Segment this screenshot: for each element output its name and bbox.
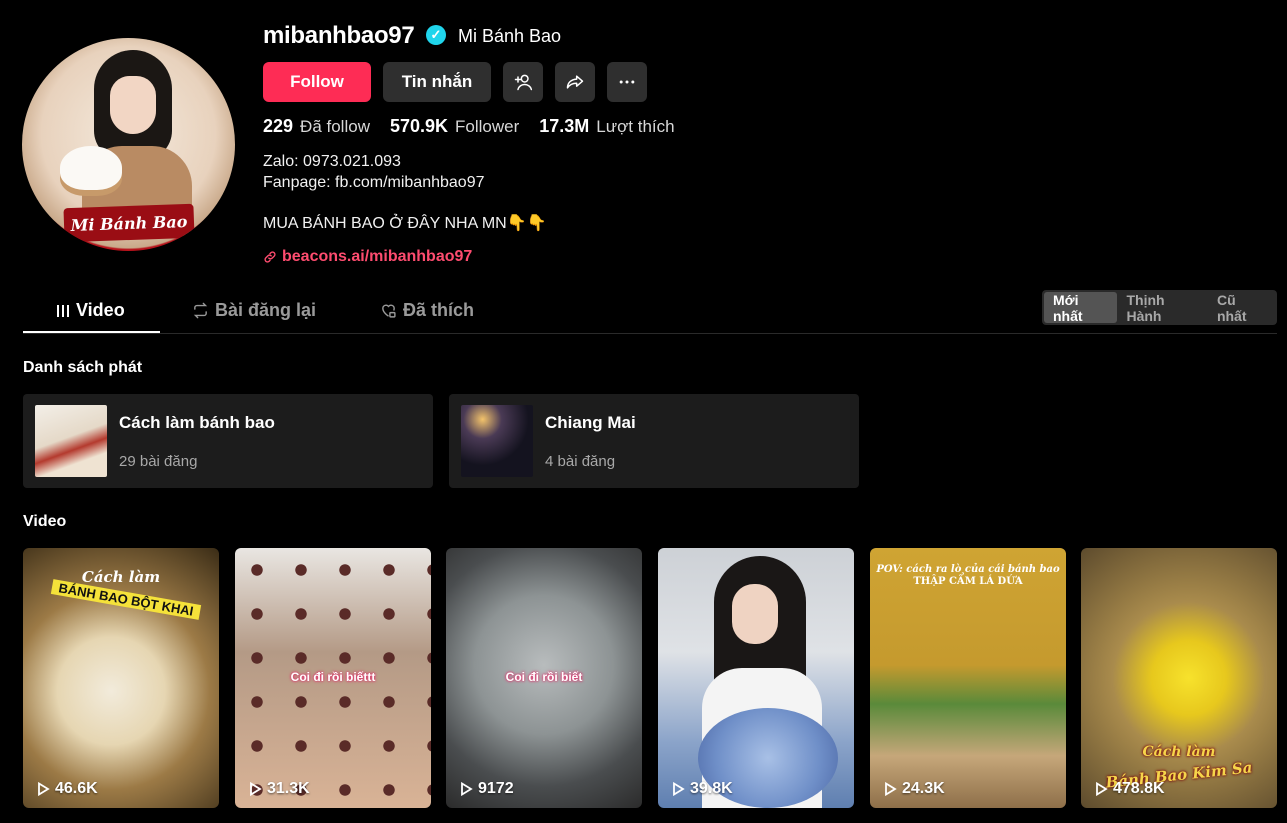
tab-video-label: Video: [76, 300, 125, 320]
likes-count: 17.3M: [539, 116, 590, 136]
repost-icon: [193, 302, 208, 319]
tab-repost[interactable]: Bài đăng lại: [192, 300, 316, 321]
grid-icon: [57, 304, 69, 317]
video-overlay-text: Coi đi rồi biếttt: [290, 670, 376, 684]
tab-liked[interactable]: Đã thích: [380, 300, 474, 321]
following-stat[interactable]: 229 Đã follow: [263, 116, 370, 137]
video-card[interactable]: Coi đi rồi biếttt 31.3K: [235, 548, 431, 808]
likes-stat: 17.3M Lượt thích: [539, 116, 674, 137]
message-button[interactable]: Tin nhắn: [383, 62, 491, 102]
add-user-icon: [514, 74, 533, 91]
video-views: 39.8K: [672, 780, 733, 798]
likes-label: Lượt thích: [596, 117, 675, 136]
followers-count: 570.9K: [389, 116, 449, 136]
bio-line-fanpage: Fanpage: fb.com/mibanhbao97: [263, 174, 485, 191]
video-view-count: 9172: [478, 780, 514, 797]
profile-stats: 229 Đã follow 570.9K Follower 17.3M Lượt th…: [263, 116, 675, 137]
video-overlay-text: Coi đi rồi biết: [505, 670, 583, 684]
video-view-count: 478.8K: [1113, 780, 1165, 797]
profile-link-text: beacons.ai/mibanhbao97: [282, 248, 473, 265]
play-icon: [1096, 782, 1108, 796]
sort-oldest[interactable]: Cũ nhất: [1208, 292, 1275, 324]
video-card[interactable]: Coi đi rồi biết 9172: [446, 548, 642, 808]
link-icon: [264, 251, 276, 263]
bio-line-promo: MUA BÁNH BAO Ở ĐÂY NHA MN👇👇: [263, 215, 547, 232]
playlist-count: 4 bài đăng: [545, 453, 616, 470]
share-icon: [566, 75, 584, 89]
following-label: Đã follow: [300, 117, 370, 136]
playlist-thumbnail: [461, 405, 533, 477]
play-icon: [250, 782, 262, 796]
sort-toggle: Mới nhất Thịnh Hành Cũ nhất: [1042, 290, 1277, 325]
verified-badge-icon: ✓: [426, 25, 446, 45]
video-view-count: 31.3K: [267, 780, 310, 797]
video-view-count: 39.8K: [690, 780, 733, 797]
username: mibanhbao97: [263, 22, 415, 49]
avatar-banner-text: Mi Bánh Bao: [63, 203, 195, 243]
sort-trending[interactable]: Thịnh Hành: [1117, 292, 1207, 324]
heart-lock-icon: [382, 304, 396, 318]
video-card[interactable]: Cách làm BÁNH BAO BỘT KHAI 46.6K: [23, 548, 219, 808]
video-views: 31.3K: [249, 780, 310, 798]
video-view-count: 24.3K: [902, 780, 945, 797]
video-card[interactable]: Cách làm Bánh Bao Kim Sa 478.8K: [1081, 548, 1277, 808]
play-icon: [38, 782, 50, 796]
playlist-count: 29 bài đăng: [119, 453, 198, 470]
play-icon: [885, 782, 897, 796]
videos-title: Video: [23, 513, 67, 530]
share-button[interactable]: [555, 62, 595, 102]
play-icon: [673, 782, 685, 796]
video-view-count: 46.6K: [55, 780, 98, 797]
play-icon: [461, 782, 473, 796]
playlists-title: Danh sách phát: [23, 359, 143, 376]
followers-stat[interactable]: 570.9K Follower: [390, 116, 519, 137]
playlist-thumbnail: [35, 405, 107, 477]
following-count: 229: [263, 116, 294, 136]
video-card[interactable]: 39.8K: [658, 548, 854, 808]
followers-label: Follower: [455, 117, 520, 136]
video-views: 9172: [460, 780, 514, 798]
playlist-name: Chiang Mai: [545, 413, 636, 432]
video-overlay-text: THẬP CẨM LÁ DỨA: [913, 576, 1023, 587]
follow-button[interactable]: Follow: [263, 62, 371, 102]
bio: Zalo: 0973.021.093 Fanpage: fb.com/miban…: [263, 151, 484, 193]
video-views: 46.6K: [37, 780, 98, 798]
video-views: 24.3K: [884, 780, 945, 798]
sort-newest[interactable]: Mới nhất: [1044, 292, 1118, 324]
video-overlay-text: Cách làm: [1142, 744, 1216, 760]
tab-repost-label: Bài đăng lại: [215, 300, 317, 320]
video-views: 478.8K: [1095, 780, 1165, 798]
video-card[interactable]: POV: cách ra lò của cái bánh bao THẬP CẨ…: [870, 548, 1066, 808]
tab-video[interactable]: Video: [56, 300, 125, 321]
add-friend-button[interactable]: [503, 62, 543, 102]
nickname: Mi Bánh Bao: [458, 26, 562, 46]
more-options-button[interactable]: [607, 62, 647, 102]
profile-avatar: Mi Bánh Bao: [22, 38, 235, 251]
playlist-card[interactable]: Chiang Mai 4 bài đăng: [449, 394, 859, 488]
bio-line-zalo: Zalo: 0973.021.093: [263, 153, 401, 170]
playlist-name: Cách làm bánh bao: [119, 413, 275, 432]
playlist-card[interactable]: Cách làm bánh bao 29 bài đăng: [23, 394, 433, 488]
profile-link[interactable]: beacons.ai/mibanhbao97: [263, 248, 472, 266]
video-overlay-text: POV: cách ra lò của cái bánh bao: [876, 564, 1060, 575]
ellipsis-icon: [619, 80, 635, 84]
active-tab-underline: [23, 331, 160, 333]
tab-liked-label: Đã thích: [403, 300, 475, 320]
